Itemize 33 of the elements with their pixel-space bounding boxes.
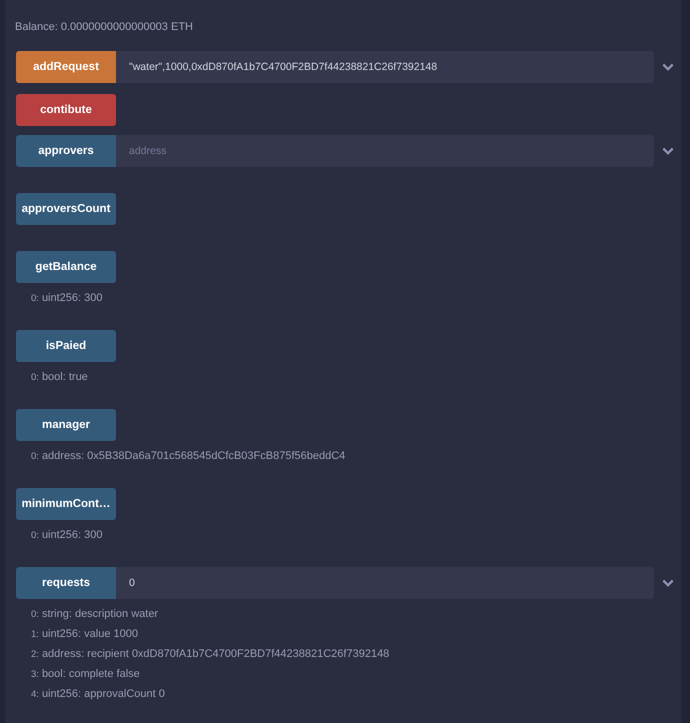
call-button[interactable]: requests — [16, 567, 116, 599]
payable-button[interactable]: contibute — [16, 94, 116, 126]
chevron-down-icon[interactable] — [662, 63, 674, 71]
chevron-down-icon[interactable] — [662, 147, 674, 155]
argument-field[interactable]: "water",1000,0xdD870fA1b7C4700F2BD7f44238821C26f7392148 — [116, 51, 654, 83]
chevron-down-icon[interactable] — [662, 579, 674, 587]
output-index: 1: — [31, 628, 39, 642]
output-index: 0: — [31, 529, 39, 543]
call-button[interactable]: getBalance — [16, 251, 116, 283]
argument-field[interactable]: address — [116, 135, 654, 167]
output-value: string: description water — [42, 607, 158, 622]
output-index: 3: — [31, 668, 39, 682]
call-button[interactable]: minimumCont… — [16, 488, 116, 520]
output-value: address: recipient 0xdD870fA1b7C4700F2BD7f44238821C26f7392148 — [42, 647, 390, 662]
output-value: bool: true — [42, 370, 88, 385]
call-button[interactable]: approvers — [16, 135, 116, 167]
output-value: uint256: 300 — [42, 528, 102, 543]
output-index: 0: — [31, 608, 39, 622]
output-index: 0: — [31, 292, 39, 306]
call-button[interactable]: isPaied — [16, 330, 116, 362]
output-value: bool: complete false — [42, 667, 140, 682]
argument-field[interactable]: 0 — [116, 567, 654, 599]
output-index: 0: — [31, 450, 39, 464]
balance-text: Balance: 0.0000000000000003 ETH — [15, 20, 193, 35]
call-button[interactable]: manager — [16, 409, 116, 441]
output-value: uint256: value 1000 — [42, 627, 138, 642]
output-index: 2: — [31, 648, 39, 662]
output-index: 0: — [31, 371, 39, 385]
output-index: 4: — [31, 688, 39, 702]
output-value: uint256: approvalCount 0 — [42, 687, 165, 702]
output-value: uint256: 300 — [42, 291, 102, 306]
output-value: address: 0x5B38Da6a701c568545dCfcB03FcB875f56beddC4 — [42, 449, 346, 464]
call-button[interactable]: approversCount — [16, 193, 116, 225]
